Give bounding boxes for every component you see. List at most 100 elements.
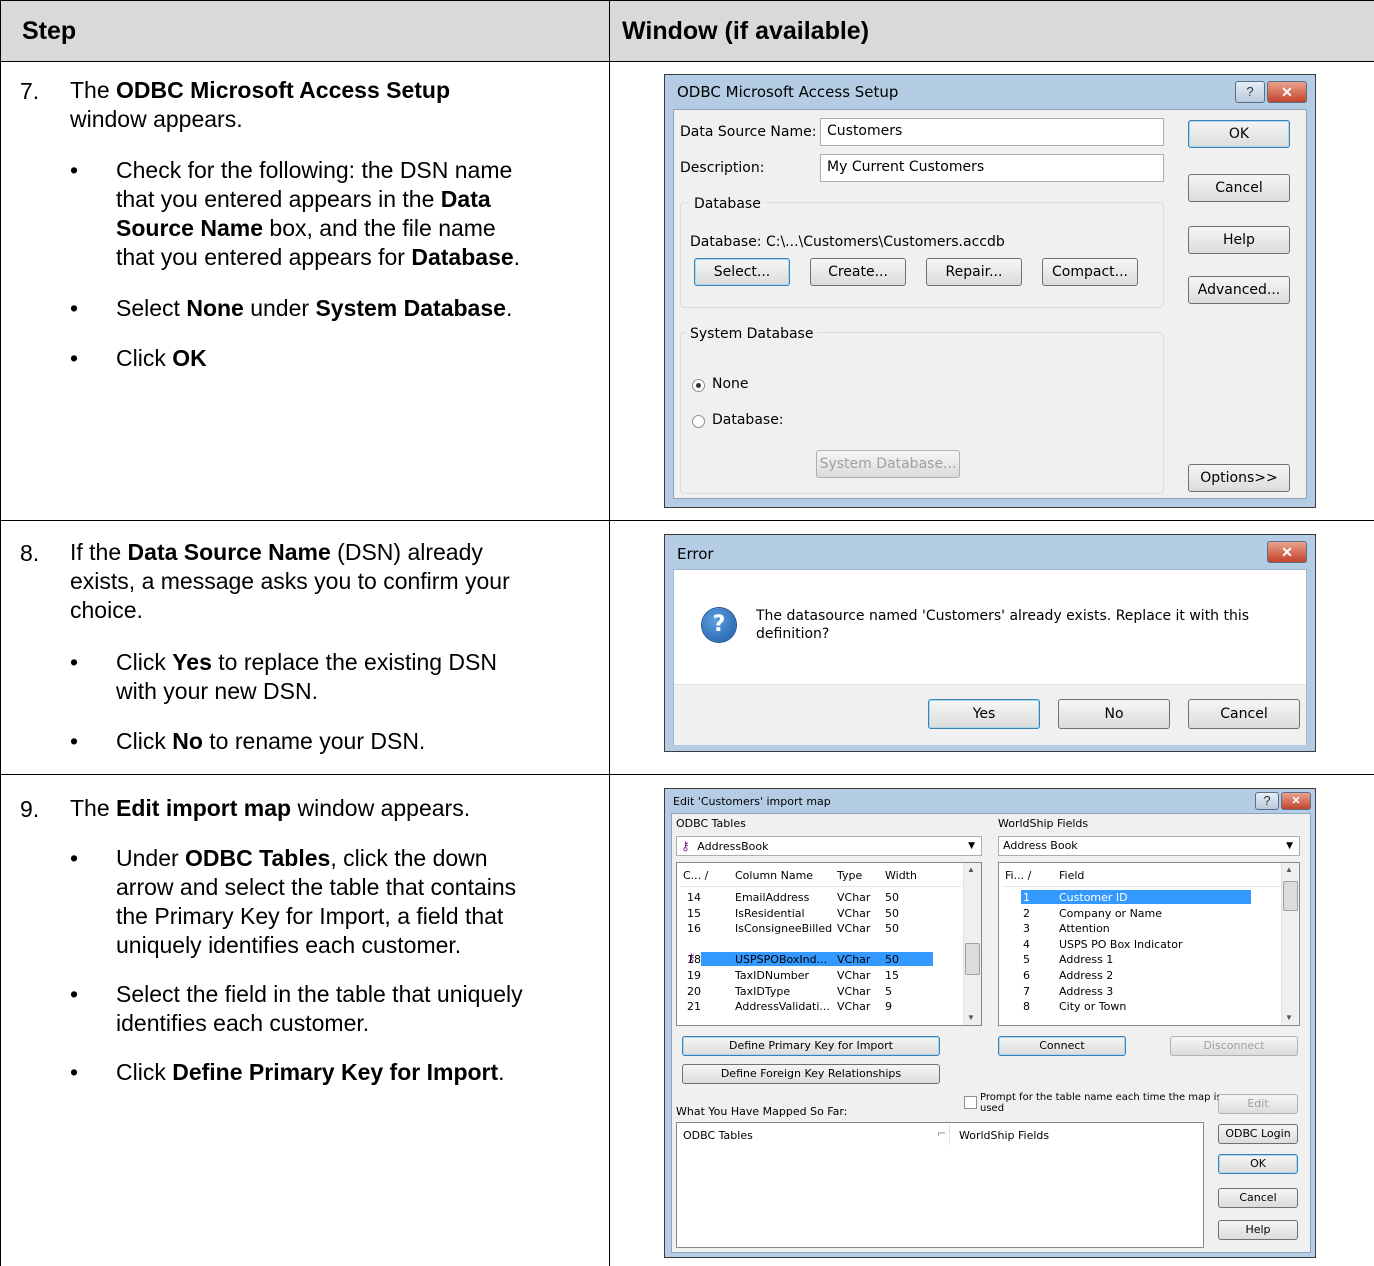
disconnect-button[interactable]: Disconnect <box>1170 1036 1298 1056</box>
col-header-width[interactable]: Width <box>885 869 917 882</box>
scroll-down-icon[interactable]: ▼ <box>967 1013 975 1022</box>
odbc-row-cell[interactable]: 15 <box>687 907 701 920</box>
radio-database[interactable] <box>692 415 705 428</box>
col-header-num[interactable]: C... / <box>683 869 708 882</box>
odbc-login-button[interactable]: ODBC Login <box>1218 1124 1298 1144</box>
repair-button[interactable]: Repair... <box>926 258 1022 286</box>
scroll-up-icon[interactable]: ▲ <box>1285 865 1293 874</box>
odbc-row-cell[interactable]: 50 <box>885 907 899 920</box>
close-icon[interactable]: ✕ <box>1281 792 1311 810</box>
select-button[interactable]: Select... <box>694 258 790 286</box>
worldship-row-cell[interactable]: 8 <box>1023 1000 1030 1013</box>
worldship-fields-list[interactable]: Fi... / Field 1 Customer ID 2 Company or Na… <box>998 862 1300 1026</box>
worldship-row-cell[interactable]: Company or Name <box>1059 907 1162 920</box>
prompt-checkbox[interactable] <box>964 1096 977 1109</box>
radio-database-label[interactable]: Database: <box>712 412 784 428</box>
odbc-row-cell[interactable]: 50 <box>885 922 899 935</box>
field-header-num[interactable]: Fi... / <box>1005 869 1031 882</box>
odbc-table-select[interactable]: ⚷ AddressBook ▼ <box>676 836 982 856</box>
odbc-row-cell[interactable]: IsResidential <box>735 907 805 920</box>
dsn-input[interactable]: Customers <box>820 118 1164 146</box>
odbc-row-cell[interactable]: TaxIDType <box>735 985 790 998</box>
odbc-row-cell[interactable]: VChar <box>837 938 870 951</box>
odbc-row-cell[interactable]: 30 <box>885 938 899 951</box>
col-header-type[interactable]: Type <box>837 869 862 882</box>
mapped-col-worldship[interactable]: WorldShip Fields <box>959 1129 1049 1142</box>
worldship-select[interactable]: Address Book ▼ <box>998 836 1300 856</box>
help-button[interactable]: ? <box>1255 792 1279 810</box>
mapped-list[interactable]: ODBC Tables ⌐ WorldShip Fields <box>676 1122 1204 1248</box>
help-button[interactable]: Help <box>1188 226 1290 254</box>
close-icon[interactable]: ✕ <box>1267 541 1307 563</box>
description-input[interactable]: My Current Customers <box>820 154 1164 182</box>
odbc-row-cell[interactable]: 18 <box>687 953 701 966</box>
worldship-row-cell[interactable]: City or Town <box>1059 1000 1126 1013</box>
odbc-row-cell[interactable]: VChar <box>837 922 870 935</box>
help-button[interactable]: Help <box>1218 1220 1298 1240</box>
worldship-row-cell[interactable]: Customer ID <box>1059 891 1128 904</box>
odbc-row-cell[interactable]: EmailAddress <box>735 891 809 904</box>
odbc-row-cell[interactable]: VChar <box>837 1000 870 1013</box>
scroll-thumb[interactable] <box>1283 881 1298 911</box>
odbc-row-cell[interactable]: IsConsigneeBilled <box>735 922 832 935</box>
odbc-row-cell[interactable]: 17 <box>687 938 701 951</box>
worldship-row-cell[interactable]: 7 <box>1023 985 1030 998</box>
odbc-row-cell[interactable]: 14 <box>687 891 701 904</box>
odbc-row-cell[interactable]: VChar <box>837 953 870 966</box>
odbc-row-cell[interactable]: 19 <box>687 969 701 982</box>
system-database-button[interactable]: System Database... <box>816 450 960 478</box>
odbc-row-cell[interactable]: 50 <box>885 891 899 904</box>
define-foreign-key-button[interactable]: Define Foreign Key Relationships <box>682 1064 940 1084</box>
odbc-row-cell[interactable]: AddressValidati... <box>735 1000 830 1013</box>
radio-none[interactable] <box>692 379 705 392</box>
no-button[interactable]: No <box>1058 699 1170 729</box>
ok-button[interactable]: OK <box>1188 120 1290 148</box>
odbc-row-cell[interactable]: CustomerID <box>735 938 800 951</box>
scroll-thumb[interactable] <box>965 943 980 975</box>
define-primary-key-button[interactable]: Define Primary Key for Import <box>682 1036 940 1056</box>
odbc-row-cell[interactable]: 21 <box>687 1000 701 1013</box>
field-header-name[interactable]: Field <box>1059 869 1084 882</box>
cancel-button[interactable]: Cancel <box>1188 699 1300 729</box>
worldship-row-cell[interactable]: 2 <box>1023 907 1030 920</box>
odbc-row-cell[interactable]: TaxIDNumber <box>735 969 809 982</box>
scroll-up-icon[interactable]: ▲ <box>967 865 975 874</box>
odbc-columns-list[interactable]: C... / Column Name Type Width ⚷ 14 EmailA… <box>676 862 982 1026</box>
odbc-row-cell[interactable]: USPSPOBoxInd... <box>735 953 827 966</box>
worldship-row-cell[interactable]: 5 <box>1023 953 1030 966</box>
worldship-row-cell[interactable]: USPS PO Box Indicator <box>1059 938 1183 951</box>
worldship-row-cell[interactable]: Address 1 <box>1059 953 1113 966</box>
help-button[interactable]: ? <box>1235 81 1265 103</box>
cancel-button[interactable]: Cancel <box>1188 174 1290 202</box>
odbc-row-cell[interactable]: VChar <box>837 985 870 998</box>
odbc-row-cell[interactable]: 9 <box>885 1000 892 1013</box>
odbc-row-cell[interactable]: VChar <box>837 907 870 920</box>
radio-none-label[interactable]: None <box>712 376 749 392</box>
odbc-row-cell[interactable]: VChar <box>837 891 870 904</box>
odbc-row-cell[interactable]: VChar <box>837 969 870 982</box>
mapped-col-odbc[interactable]: ODBC Tables <box>683 1129 753 1142</box>
odbc-row-cell[interactable]: 15 <box>885 969 899 982</box>
col-header-name[interactable]: Column Name <box>735 869 813 882</box>
odbc-row-cell[interactable]: 50 <box>885 953 899 966</box>
edit-button[interactable]: Edit <box>1218 1094 1298 1114</box>
compact-button[interactable]: Compact... <box>1042 258 1138 286</box>
odbc-row-cell[interactable]: 5 <box>885 985 892 998</box>
close-icon[interactable]: ✕ <box>1267 81 1307 103</box>
connect-button[interactable]: Connect <box>998 1036 1126 1056</box>
worldship-row-cell[interactable]: 6 <box>1023 969 1030 982</box>
cancel-button[interactable]: Cancel <box>1218 1188 1298 1208</box>
odbc-row-cell[interactable]: 20 <box>687 985 701 998</box>
advanced-button[interactable]: Advanced... <box>1188 276 1290 304</box>
worldship-row-cell[interactable]: 3 <box>1023 922 1030 935</box>
worldship-row-cell[interactable]: Address 3 <box>1059 985 1113 998</box>
worldship-row-cell[interactable]: Address 2 <box>1059 969 1113 982</box>
scroll-down-icon[interactable]: ▼ <box>1285 1013 1293 1022</box>
ok-button[interactable]: OK <box>1218 1154 1298 1174</box>
odbc-row-cell[interactable]: 16 <box>687 922 701 935</box>
yes-button[interactable]: Yes <box>928 699 1040 729</box>
create-button[interactable]: Create... <box>810 258 906 286</box>
worldship-row-cell[interactable]: 1 <box>1023 891 1030 904</box>
options-button[interactable]: Options>> <box>1188 464 1290 492</box>
worldship-row-cell[interactable]: Attention <box>1059 922 1110 935</box>
